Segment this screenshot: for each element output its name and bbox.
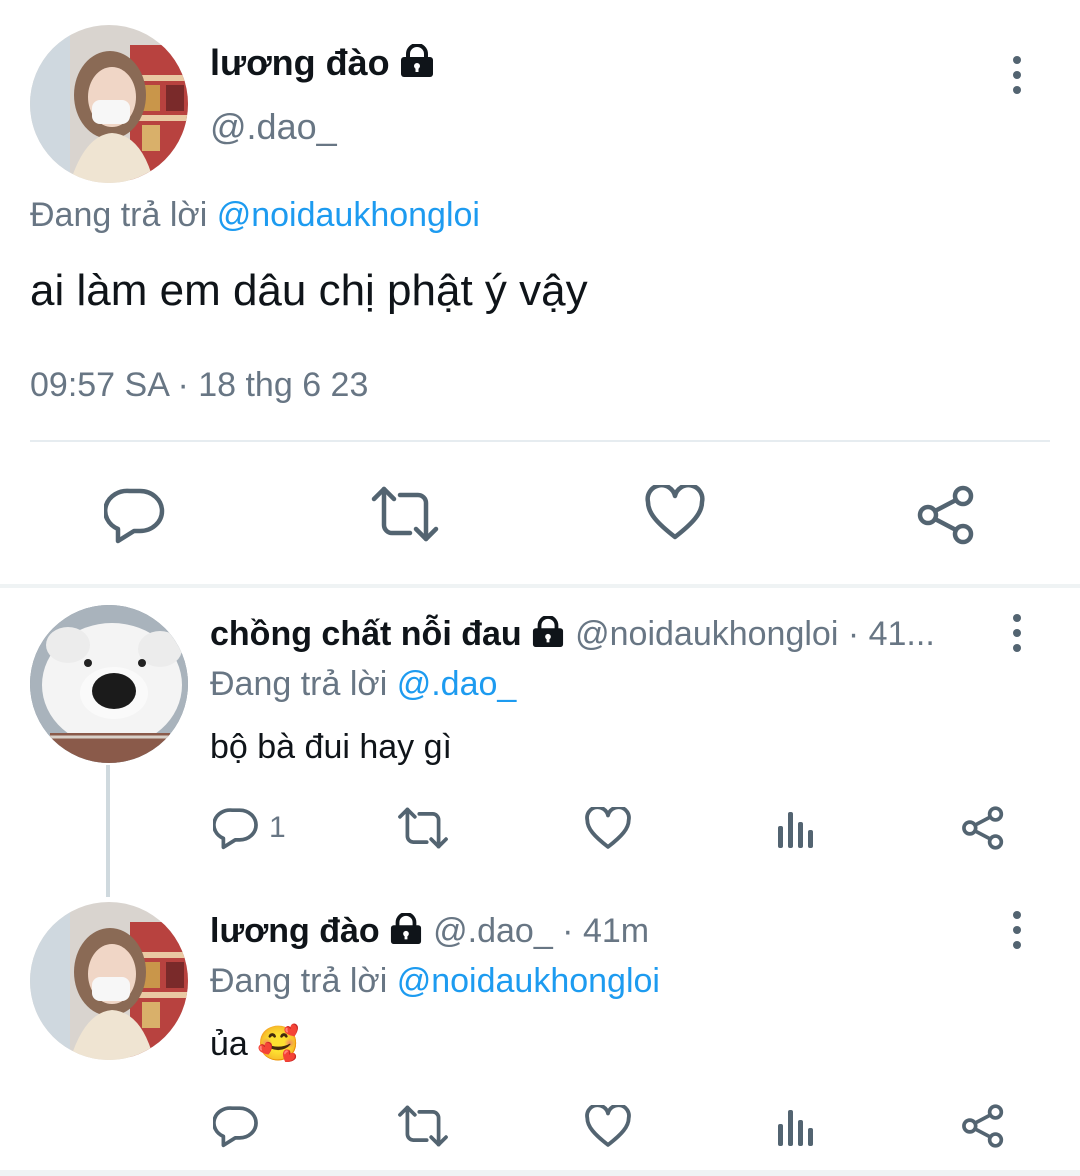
reply-context: Đang trả lời @.dao_ xyxy=(210,665,516,704)
divider xyxy=(30,440,1050,442)
tweet-text: ai làm em dâu chị phật ý vậy xyxy=(30,266,588,315)
more-options-icon[interactable] xyxy=(997,603,1037,663)
author-handle-time[interactable]: @noidaukhongloi · 41... xyxy=(575,615,935,653)
like-icon[interactable] xyxy=(645,485,705,541)
avatar[interactable] xyxy=(30,25,188,183)
reply-prefix: Đang trả lời xyxy=(30,196,208,234)
reply-to-link[interactable]: @.dao_ xyxy=(397,665,517,703)
reply-to-link[interactable]: @noidaukhongloi xyxy=(397,962,660,1000)
reply-prefix: Đang trả lời xyxy=(210,665,388,703)
retweet-icon[interactable] xyxy=(397,806,449,850)
reply-context: Đang trả lời @noidaukhongloi xyxy=(30,196,480,235)
reply-prefix: Đang trả lời xyxy=(210,962,388,1000)
like-icon[interactable] xyxy=(585,1105,631,1148)
bottom-divider xyxy=(0,1170,1080,1176)
reply-context: Đang trả lời @noidaukhongloi xyxy=(210,962,660,1001)
reply-icon[interactable] xyxy=(104,485,166,545)
lock-icon xyxy=(398,44,436,78)
reply-to-link[interactable]: @noidaukhongloi xyxy=(217,196,480,234)
analytics-icon[interactable] xyxy=(776,1106,816,1146)
lock-icon xyxy=(388,913,424,945)
reply-text: bộ bà đui hay gì xyxy=(210,728,452,766)
avatar[interactable] xyxy=(30,902,188,1060)
analytics-icon[interactable] xyxy=(776,808,816,848)
retweet-icon[interactable] xyxy=(397,1104,449,1148)
tweet-timestamp[interactable]: 09:57 SA · 18 thg 6 23 xyxy=(30,366,368,405)
reply-action[interactable]: 1 xyxy=(213,805,286,851)
author-handle[interactable]: @.dao_ xyxy=(210,106,337,148)
share-icon[interactable] xyxy=(960,806,1006,850)
avatar[interactable] xyxy=(30,605,188,763)
share-icon[interactable] xyxy=(960,1104,1006,1148)
thread-line xyxy=(106,765,110,897)
share-icon[interactable] xyxy=(915,485,977,545)
more-options-icon[interactable] xyxy=(997,45,1037,105)
author-handle-time[interactable]: @.dao_ · 41m xyxy=(433,912,649,950)
reply-icon[interactable] xyxy=(213,1103,259,1149)
more-options-icon[interactable] xyxy=(997,900,1037,960)
reply-header: lương đào @.dao_ · 41m xyxy=(210,912,649,951)
reply-icon xyxy=(213,805,259,851)
like-icon[interactable] xyxy=(585,807,631,850)
section-divider xyxy=(0,584,1080,588)
lock-icon xyxy=(530,616,566,648)
retweet-icon[interactable] xyxy=(370,485,440,543)
reply-header: chồng chất nỗi đau @noidaukhongloi · 41.… xyxy=(210,615,935,654)
author-name[interactable]: lương đào xyxy=(210,42,390,83)
author-name[interactable]: chồng chất nỗi đau xyxy=(210,615,522,653)
reply-count: 1 xyxy=(269,811,286,844)
reply-text: ủa 🥰 xyxy=(210,1025,300,1063)
author-name[interactable]: lương đào xyxy=(210,912,380,950)
